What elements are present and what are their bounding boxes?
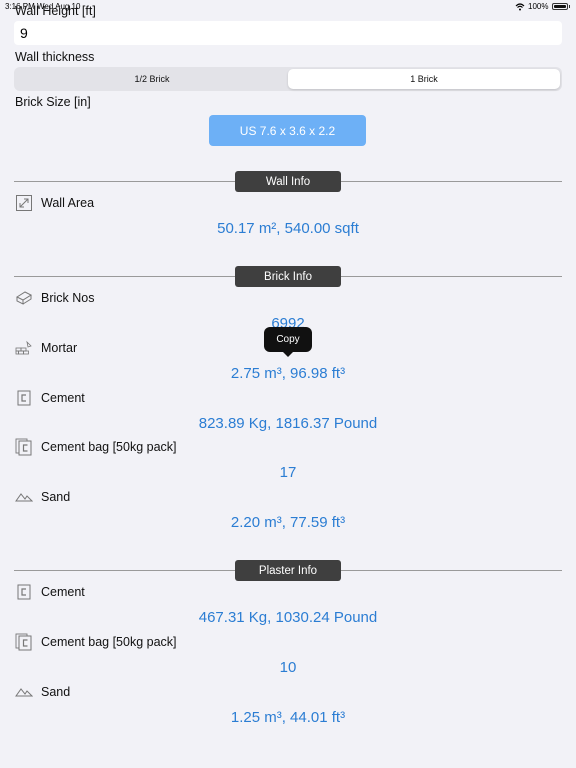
mortar-value[interactable]: 2.75 m³, 96.98 ft³ (0, 365, 576, 382)
stacked-bags-icon (15, 438, 32, 456)
plaster-cement-row: Cement (15, 583, 85, 601)
brick-cement-bag-row: Cement bag [50kg pack] (15, 438, 177, 456)
plaster-info-title: Plaster Info (235, 560, 341, 581)
plaster-cement-bag-row: Cement bag [50kg pack] (15, 633, 177, 651)
plaster-cement-label: Cement (41, 585, 85, 599)
copy-tooltip[interactable]: Copy (264, 327, 312, 352)
plaster-info-header: Plaster Info (14, 560, 562, 582)
status-right: 100% (515, 2, 570, 11)
brick-sand-label: Sand (41, 490, 71, 504)
battery-percent: 100% (528, 2, 549, 11)
plaster-sand-value[interactable]: 1.25 m³, 44.01 ft³ (0, 709, 576, 726)
brick-cement-value[interactable]: 823.89 Kg, 1816.37 Pound (0, 415, 576, 432)
brick-cement-bag-value[interactable]: 17 (0, 464, 576, 481)
sand-pile-icon (15, 688, 33, 697)
plaster-cement-bag-label: Cement bag [50kg pack] (41, 635, 177, 649)
brick-info-title: Brick Info (235, 266, 341, 287)
battery-icon (551, 3, 568, 10)
brick-info-header: Brick Info (14, 266, 562, 288)
wall-height-label: Wall Height [ft] (15, 4, 96, 18)
wall-area-row: Wall Area (15, 194, 94, 212)
wall-thickness-label: Wall thickness (15, 50, 95, 64)
plaster-cement-bag-value[interactable]: 10 (0, 659, 576, 676)
brick-wall-trowel-icon (15, 340, 32, 355)
brick-size-button[interactable]: US 7.6 x 3.6 x 2.2 (209, 115, 366, 146)
brick-cement-row: Cement (15, 389, 85, 407)
plaster-cement-value[interactable]: 467.31 Kg, 1030.24 Pound (0, 609, 576, 626)
brick-nos-label: Brick Nos (41, 291, 95, 305)
plaster-sand-label: Sand (41, 685, 71, 699)
wall-info-title: Wall Info (235, 171, 341, 192)
battery-nub (568, 5, 570, 8)
segment-half-brick[interactable]: 1/2 Brick (16, 69, 288, 89)
plaster-sand-row: Sand (15, 683, 70, 701)
brick-sand-value[interactable]: 2.20 m³, 77.59 ft³ (0, 514, 576, 531)
mortar-label: Mortar (41, 341, 78, 355)
sand-pile-icon (15, 493, 33, 502)
wall-height-input[interactable]: 9 (14, 21, 562, 45)
stacked-bags-icon (15, 633, 32, 651)
wall-area-label: Wall Area (41, 196, 95, 210)
brick-cement-label: Cement (41, 391, 85, 405)
wifi-icon (515, 2, 525, 10)
cement-bag-icon (17, 390, 31, 406)
brick-icon (15, 291, 33, 305)
wall-info-header: Wall Info (14, 171, 562, 193)
brick-sand-row: Sand (15, 488, 70, 506)
copy-tooltip-arrow (282, 351, 294, 357)
brick-cement-bag-label: Cement bag [50kg pack] (41, 440, 177, 454)
brick-nos-row: Brick Nos (15, 289, 94, 307)
brick-size-label: Brick Size [in] (15, 95, 91, 109)
mortar-row: Mortar (15, 339, 77, 357)
segment-one-brick[interactable]: 1 Brick (288, 69, 560, 89)
cement-bag-icon (17, 584, 31, 600)
wall-area-value[interactable]: 50.17 m², 540.00 sqft (0, 220, 576, 237)
wall-thickness-segmented-control[interactable]: 1/2 Brick 1 Brick (14, 67, 562, 91)
resize-arrows-icon (16, 195, 32, 211)
